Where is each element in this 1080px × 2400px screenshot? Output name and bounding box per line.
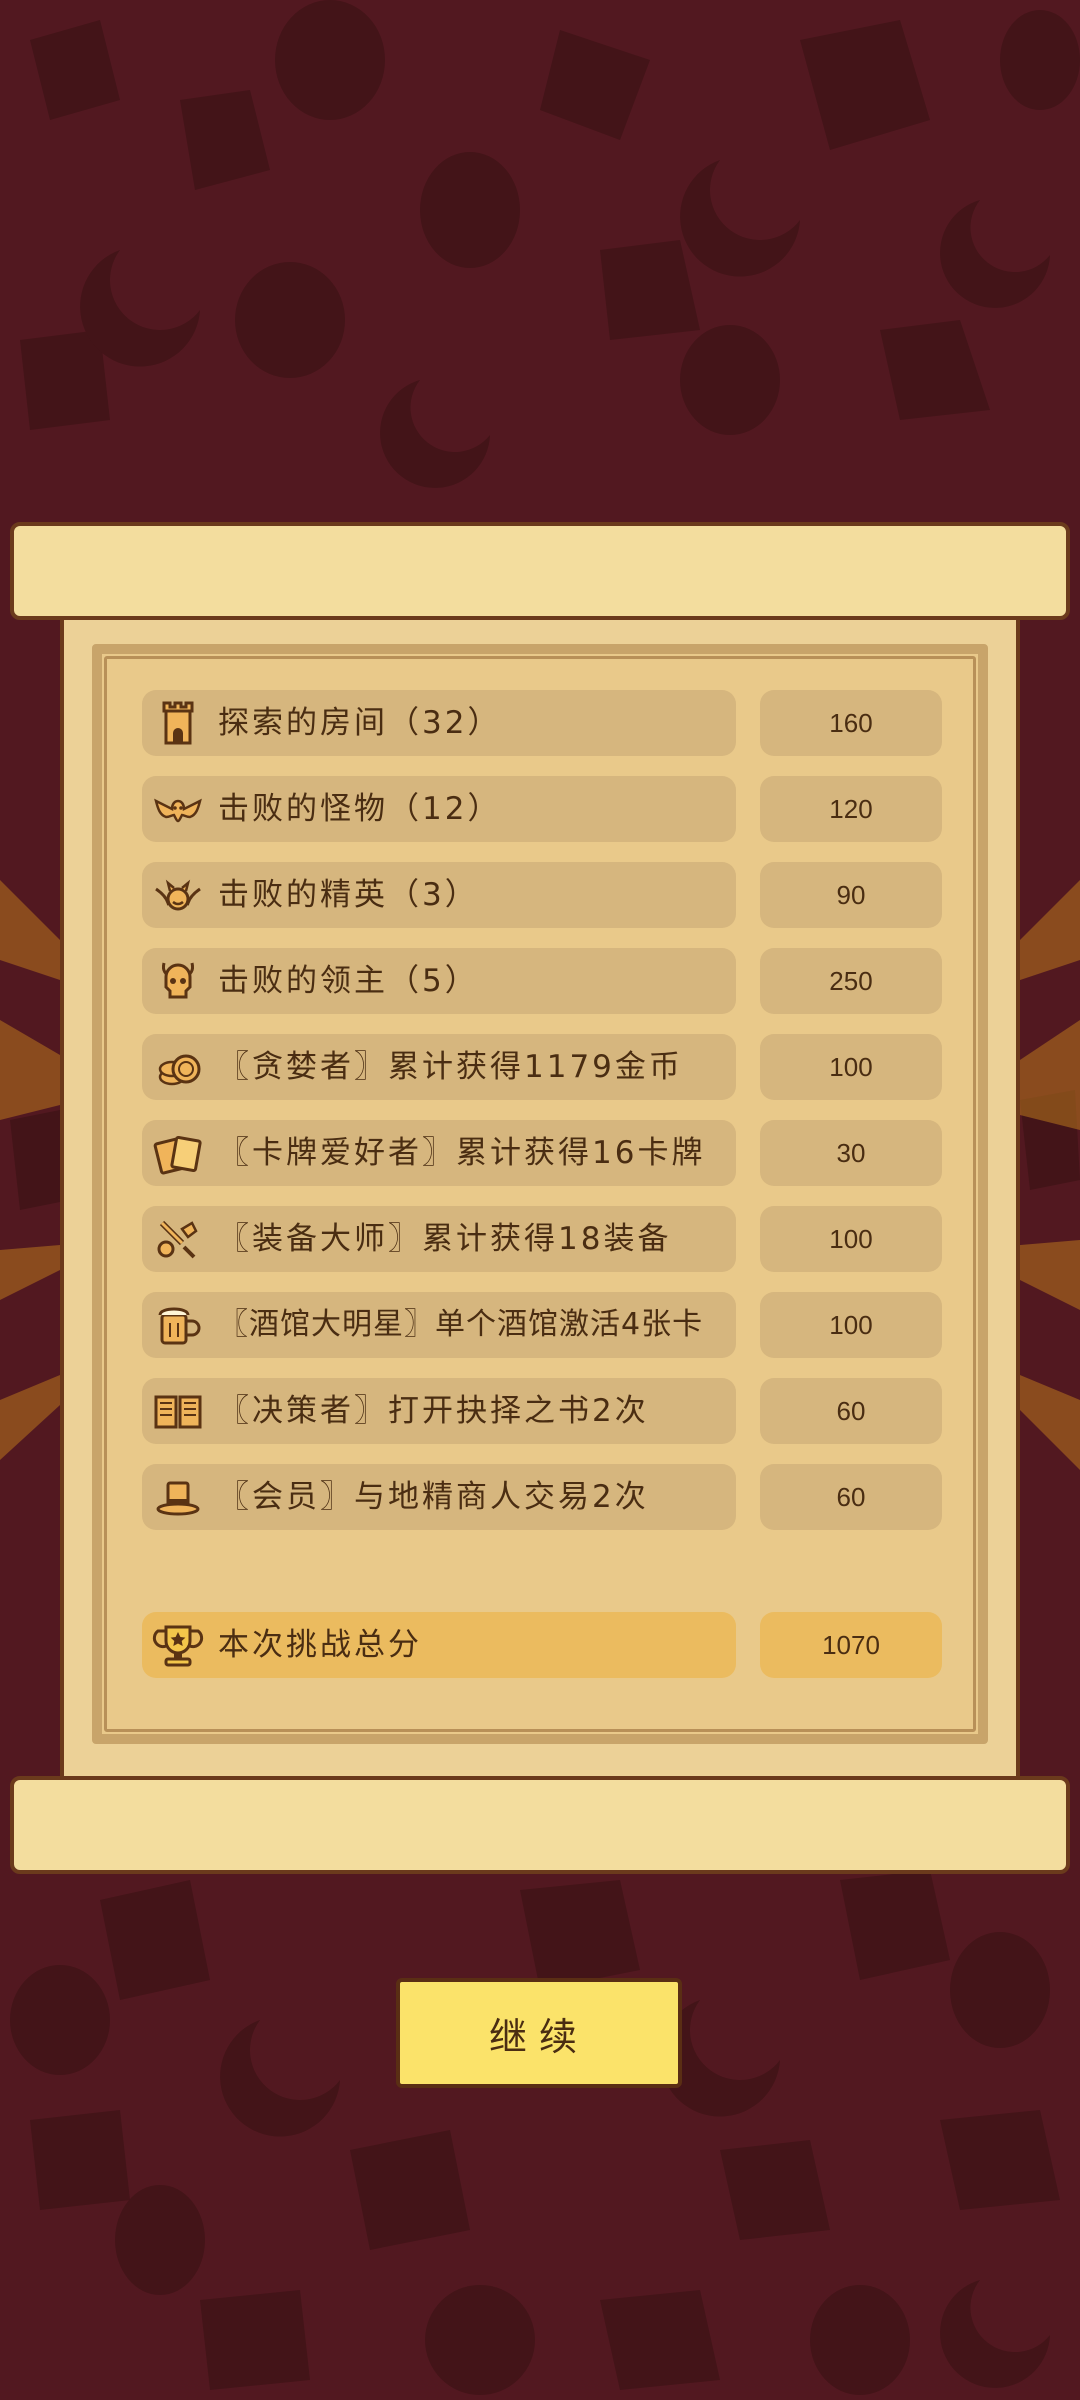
score-value: 90 — [760, 862, 942, 928]
continue-button[interactable]: 继续 — [396, 1978, 682, 2088]
score-value: 120 — [760, 776, 942, 842]
score-label: 〖装备大师〗累计获得18装备 — [218, 1221, 672, 1257]
score-label-pill: 〖酒馆大明星〗单个酒馆激活4张卡 — [142, 1292, 736, 1358]
score-value: 60 — [760, 1378, 942, 1444]
game-screen: 探索的房间（32） 160 击败的怪物（12） 120 击败的精英（3） 90 击败的领主（… — [0, 0, 1080, 2400]
score-label-pill: 击败的领主（5） — [142, 948, 736, 1014]
score-value: 60 — [760, 1464, 942, 1530]
score-row: 〖会员〗与地精商人交易2次 60 — [142, 1464, 942, 1530]
score-row: 击败的领主（5） 250 — [142, 948, 942, 1014]
coin-stack-icon — [158, 1054, 201, 1086]
score-label-pill: 击败的精英（3） — [142, 862, 736, 928]
score-value: 100 — [760, 1292, 942, 1358]
trophy-icon — [152, 1625, 204, 1667]
score-value: 30 — [760, 1120, 942, 1186]
score-value: 100 — [760, 1206, 942, 1272]
score-label-pill: 探索的房间（32） — [142, 690, 736, 756]
beer-mug-icon — [158, 1307, 201, 1345]
score-row: 〖卡牌爱好者〗累计获得16卡牌 30 — [142, 1120, 942, 1186]
score-label: 〖酒馆大明星〗单个酒馆激活4张卡 — [218, 1307, 704, 1342]
total-value: 1070 — [760, 1612, 942, 1678]
score-row: 〖装备大师〗累计获得18装备 100 — [142, 1206, 942, 1272]
total-label-pill: 本次挑战总分 — [142, 1612, 736, 1678]
score-label-pill: 〖会员〗与地精商人交易2次 — [142, 1464, 736, 1530]
score-label: 〖贪婪者〗累计获得1179金币 — [218, 1049, 683, 1085]
score-label: 探索的房间（32） — [218, 705, 502, 741]
score-label: 击败的领主（5） — [218, 963, 479, 999]
score-value: 100 — [760, 1034, 942, 1100]
cards-icon — [153, 1135, 202, 1175]
score-row: 〖贪婪者〗累计获得1179金币 100 — [142, 1034, 942, 1100]
scroll-bottom-rod — [10, 1776, 1070, 1874]
total-score-row: 本次挑战总分 1070 — [142, 1612, 942, 1678]
score-label-pill: 击败的怪物（12） — [142, 776, 736, 842]
score-label: 〖决策者〗打开抉择之书2次 — [218, 1393, 649, 1429]
score-value: 160 — [760, 690, 942, 756]
score-value: 250 — [760, 948, 942, 1014]
score-row: 探索的房间（32） 160 — [142, 690, 942, 756]
bat-icon — [154, 798, 202, 823]
score-label-pill: 〖贪婪者〗累计获得1179金币 — [142, 1034, 736, 1100]
top-hat-icon — [156, 1481, 200, 1516]
score-row: 击败的怪物（12） 120 — [142, 776, 942, 842]
score-label: 击败的精英（3） — [218, 877, 479, 913]
tower-icon — [162, 701, 194, 745]
score-row: 〖酒馆大明星〗单个酒馆激活4张卡 100 — [142, 1292, 942, 1358]
score-row: 〖决策者〗打开抉择之书2次 60 — [142, 1378, 942, 1444]
scroll-top-rod — [10, 522, 1070, 620]
horned-skull-icon — [162, 962, 194, 999]
score-label-pill: 〖卡牌爱好者〗累计获得16卡牌 — [142, 1120, 736, 1186]
score-label: 〖会员〗与地精商人交易2次 — [218, 1479, 649, 1515]
score-row: 击败的精英（3） 90 — [142, 862, 942, 928]
score-label-pill: 〖决策者〗打开抉择之书2次 — [142, 1378, 736, 1444]
score-label: 〖卡牌爱好者〗累计获得16卡牌 — [218, 1135, 706, 1171]
equipment-icon — [157, 1220, 198, 1259]
total-label: 本次挑战总分 — [218, 1627, 422, 1663]
book-icon — [154, 1395, 202, 1429]
winged-demon-icon — [155, 879, 201, 911]
score-label-pill: 〖装备大师〗累计获得18装备 — [142, 1206, 736, 1272]
score-label: 击败的怪物（12） — [218, 791, 502, 827]
